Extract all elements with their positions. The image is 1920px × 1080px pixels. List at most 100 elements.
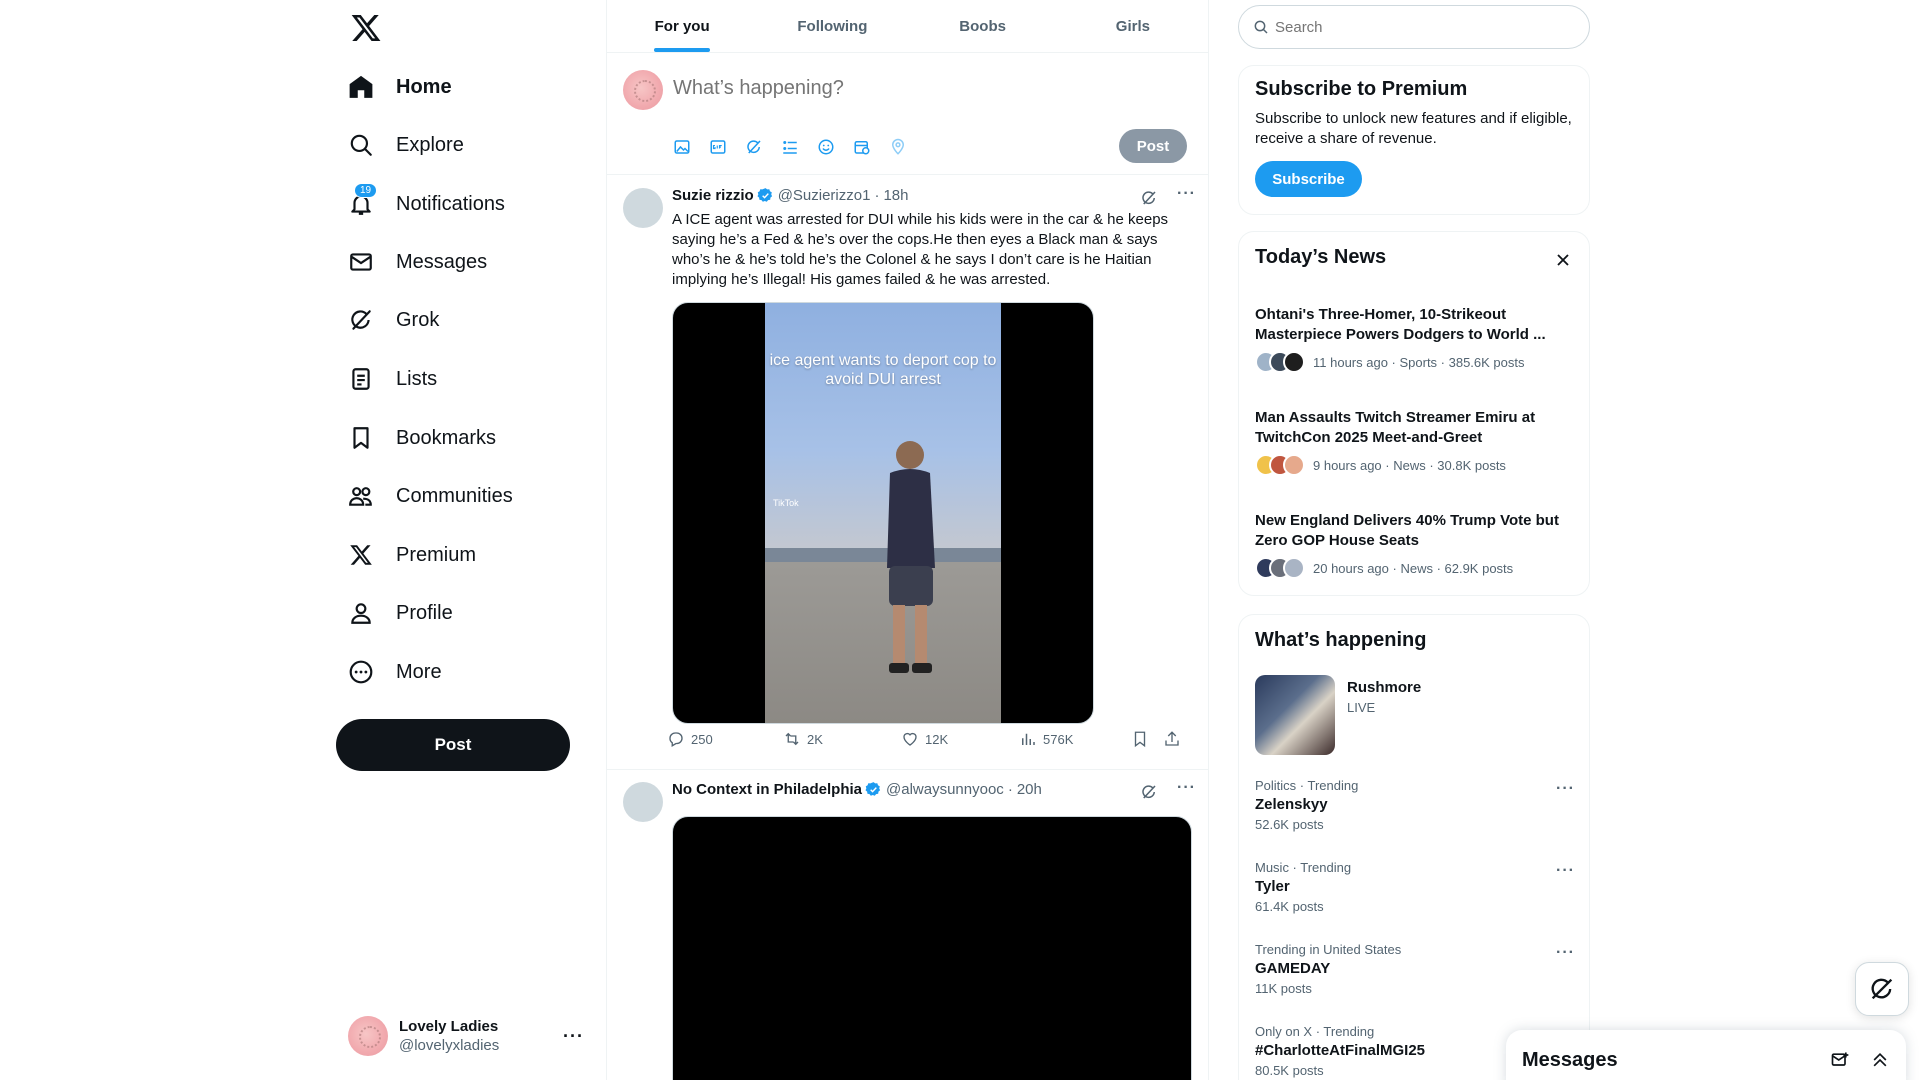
- grok-fab-button[interactable]: [1855, 962, 1909, 1016]
- nav-home[interactable]: Home: [346, 63, 452, 111]
- home-icon: [346, 72, 376, 102]
- more-icon[interactable]: ···: [1556, 944, 1575, 962]
- search-icon: [346, 130, 376, 160]
- nav-explore[interactable]: Explore: [346, 121, 464, 169]
- trend-count: 61.4K posts: [1255, 899, 1324, 914]
- emoji-icon[interactable]: [815, 136, 837, 158]
- video-frame: ice agent wants to deport cop to avoid D…: [765, 303, 1001, 723]
- tweet-handle[interactable]: @alwaysunnyooc: [886, 781, 1004, 798]
- tweet-author-name[interactable]: Suzie rizzio: [672, 187, 754, 204]
- tab-following[interactable]: Following: [757, 0, 907, 52]
- like-button[interactable]: 12K: [901, 730, 1019, 748]
- trend-item[interactable]: Politics · Trending Zelenskyy 52.6K post…: [1255, 778, 1575, 832]
- search-box[interactable]: [1238, 5, 1590, 49]
- nav-messages[interactable]: Messages: [346, 238, 487, 286]
- news-meta: 9 hours ago · News · 30.8K posts: [1313, 457, 1506, 473]
- more-icon[interactable]: ···: [563, 1026, 584, 1047]
- nav-notifications[interactable]: 19 Notifications: [346, 180, 505, 228]
- messages-drawer[interactable]: Messages: [1506, 1030, 1906, 1080]
- news-avatars: [1255, 351, 1305, 373]
- nav-bookmarks[interactable]: Bookmarks: [346, 414, 496, 462]
- timeline: For you Following Boobs Girls Post Suzie…: [606, 0, 1209, 1080]
- live-status: LIVE: [1347, 700, 1376, 715]
- verified-badge-icon: [865, 782, 881, 796]
- news-title: Today’s News: [1255, 246, 1387, 268]
- news-item[interactable]: Man Assaults Twitch Streamer Emiru at Tw…: [1255, 408, 1575, 476]
- account-switcher[interactable]: Lovely Ladies @lovelyxladies ···: [348, 1014, 584, 1058]
- tweet-author-name[interactable]: No Context in Philadelphia: [672, 781, 862, 798]
- compose-post-button[interactable]: Post: [1119, 129, 1187, 163]
- share-button[interactable]: [1163, 730, 1181, 748]
- views-button[interactable]: 576K: [1019, 730, 1131, 748]
- more-icon[interactable]: ···: [1556, 780, 1575, 798]
- tab-boobs[interactable]: Boobs: [908, 0, 1058, 52]
- tweet[interactable]: No Context in Philadelphia @alwaysunnyoo…: [607, 770, 1208, 1080]
- grok-icon: [346, 305, 376, 335]
- avatar[interactable]: [623, 782, 663, 822]
- nav-premium[interactable]: Premium: [346, 531, 476, 579]
- nav-lists[interactable]: Lists: [346, 355, 437, 403]
- post-button[interactable]: Post: [336, 719, 570, 771]
- repost-button[interactable]: 2K: [783, 730, 901, 748]
- nav-grok[interactable]: Grok: [346, 296, 439, 344]
- tab-girls[interactable]: Girls: [1058, 0, 1208, 52]
- nav-label: Explore: [396, 133, 464, 156]
- nav-communities[interactable]: Communities: [346, 472, 513, 520]
- trend-context: Music · Trending: [1255, 860, 1352, 875]
- tweet-actions: 250 2K 12K 576K: [667, 730, 1187, 748]
- compose-input[interactable]: [673, 77, 1173, 100]
- composer-toolbar: [671, 136, 909, 158]
- account-name: Lovely Ladies: [399, 1018, 499, 1035]
- chevron-up-icon[interactable]: [1870, 1050, 1890, 1070]
- tweet[interactable]: Suzie rizzio @Suzierizzo1 · 18h ··· A IC…: [607, 175, 1208, 770]
- reply-button[interactable]: 250: [667, 730, 783, 748]
- trend-context: Politics · Trending: [1255, 778, 1359, 793]
- gif-icon[interactable]: [707, 136, 729, 158]
- nav-label: Grok: [396, 308, 440, 331]
- communities-icon: [346, 481, 376, 511]
- tweet-video[interactable]: ice agent wants to deport cop to avoid D…: [672, 302, 1094, 724]
- premium-title: Subscribe to Premium: [1255, 78, 1468, 100]
- composer: Post: [607, 53, 1208, 175]
- nav-profile[interactable]: Profile: [346, 589, 453, 637]
- poll-icon[interactable]: [779, 136, 801, 158]
- repost-icon: [785, 732, 799, 746]
- more-icon[interactable]: ···: [1177, 779, 1196, 797]
- tweet-video[interactable]: [672, 816, 1192, 1080]
- close-icon[interactable]: [1553, 250, 1573, 270]
- avatar[interactable]: [623, 188, 663, 228]
- live-thumbnail: [1255, 675, 1335, 755]
- location-icon[interactable]: [887, 136, 909, 158]
- schedule-icon[interactable]: [851, 136, 873, 158]
- grok-icon[interactable]: [1140, 783, 1158, 801]
- news-meta: 20 hours ago · News · 62.9K posts: [1313, 560, 1514, 576]
- x-logo-icon[interactable]: [350, 12, 384, 46]
- more-icon[interactable]: ···: [1556, 862, 1575, 880]
- bookmark-button[interactable]: [1131, 730, 1163, 748]
- envelope-icon: [346, 247, 376, 277]
- live-event[interactable]: Rushmore LIVE: [1255, 675, 1421, 755]
- nav-more[interactable]: More: [346, 648, 442, 696]
- reply-icon: [669, 732, 683, 747]
- nav-label: Bookmarks: [396, 426, 497, 449]
- tweet-handle[interactable]: @Suzierizzo1: [778, 187, 871, 204]
- subscribe-button[interactable]: Subscribe: [1255, 161, 1362, 197]
- grok-icon[interactable]: [1140, 189, 1158, 207]
- verified-badge-icon: [757, 188, 772, 202]
- new-message-icon[interactable]: [1830, 1050, 1850, 1070]
- bell-icon: 19: [346, 183, 378, 219]
- news-item[interactable]: New England Delivers 40% Trump Vote but …: [1255, 511, 1575, 579]
- tweet-time[interactable]: 18h: [883, 187, 908, 204]
- more-icon[interactable]: ···: [1177, 185, 1196, 203]
- tab-for-you[interactable]: For you: [607, 0, 757, 52]
- search-input[interactable]: [1275, 18, 1555, 36]
- trend-item[interactable]: Music · Trending Tyler 61.4K posts ···: [1255, 860, 1575, 914]
- trend-count: 11K posts: [1255, 981, 1312, 996]
- grok-icon[interactable]: [743, 136, 765, 158]
- image-icon[interactable]: [671, 136, 693, 158]
- tweet-time[interactable]: 20h: [1017, 781, 1042, 798]
- trend-item[interactable]: Trending in United States GAMEDAY 11K po…: [1255, 942, 1575, 996]
- nav-label: Premium: [396, 543, 477, 566]
- news-item[interactable]: Ohtani's Three-Homer, 10-Strikeout Maste…: [1255, 305, 1575, 373]
- nav-label: Profile: [396, 601, 453, 624]
